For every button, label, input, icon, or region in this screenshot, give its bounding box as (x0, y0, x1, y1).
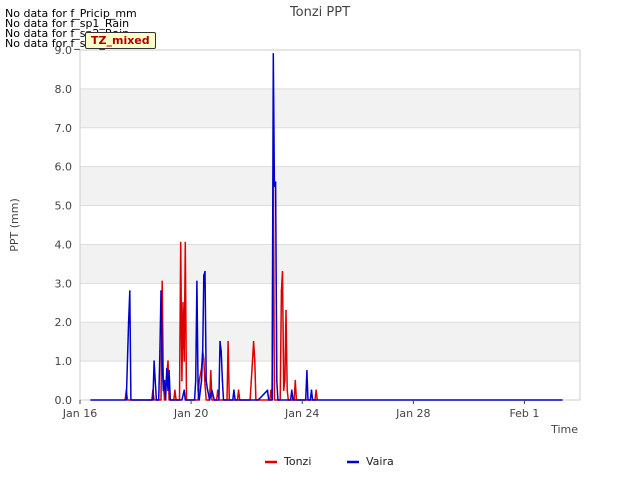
data-point-vaira (127, 321, 130, 324)
data-point-vaira (159, 350, 161, 353)
data-point-vaira (272, 53, 275, 55)
data-point-tonzi (184, 241, 187, 244)
y-axis-ticks: 0.01.02.03.04.05.06.07.08.09.0 (55, 44, 73, 407)
x-tick-label: Jan 28 (395, 407, 430, 420)
data-point-tonzi (174, 389, 176, 392)
y-tick-label: 8.0 (55, 83, 73, 96)
data-point-vaira (211, 389, 213, 392)
data-point-tonzi (251, 360, 254, 362)
data-point-vaira (162, 389, 165, 392)
data-point-vaira (204, 270, 206, 273)
data-point-tonzi (182, 302, 184, 304)
y-tick-label: 3.0 (55, 277, 73, 290)
data-point-vaira (194, 379, 197, 382)
site-tag-label: TZ_mixed (85, 32, 156, 49)
data-point-vaira (266, 389, 269, 392)
data-point-tonzi (179, 241, 182, 244)
data-point-vaira (160, 290, 162, 292)
data-point-tonzi (183, 360, 185, 362)
y-axis-label: PPT (mm) (8, 198, 21, 252)
legend-item-tonzi: Tonzi (265, 455, 311, 468)
data-point-vaira (161, 360, 163, 362)
background-band (80, 244, 580, 284)
data-point-vaira (154, 379, 156, 382)
data-point-vaira (168, 370, 170, 372)
data-point-vaira (221, 379, 224, 382)
data-point-vaira (274, 181, 277, 183)
data-point-vaira (205, 379, 207, 382)
data-point-tonzi (161, 280, 163, 283)
data-point-vaira (153, 360, 155, 362)
y-tick-label: 0.0 (55, 394, 73, 407)
data-point-vaira (196, 280, 198, 283)
data-point-vaira (129, 290, 131, 292)
background-bands (80, 88, 580, 362)
chart-title: Tonzi PPT (289, 5, 350, 20)
x-tick-label: Jan 24 (284, 407, 319, 420)
data-point-vaira (167, 389, 169, 392)
x-tick-label: Feb 1 (509, 407, 539, 420)
data-point-tonzi (284, 379, 286, 382)
background-band (80, 322, 580, 362)
data-point-vaira (163, 379, 166, 382)
x-axis-ticks: Jan 16 Jan 20 Jan 24 Jan 28 Feb 1 (62, 400, 539, 420)
data-point-tonzi (254, 360, 256, 362)
x-tick-label: Jan 20 (173, 407, 208, 420)
background-band (80, 166, 580, 206)
data-point-vaira (201, 350, 204, 353)
data-point-vaira (291, 389, 293, 392)
data-point-vaira (306, 370, 308, 372)
data-point-vaira (233, 389, 235, 392)
y-tick-label: 1.0 (55, 355, 73, 368)
data-point-vaira (203, 274, 205, 277)
data-point-tonzi (227, 340, 229, 343)
background-band (80, 88, 580, 128)
data-point-tonzi (167, 360, 169, 362)
legend-label: Tonzi (283, 455, 311, 468)
data-point-tonzi (286, 389, 289, 392)
data-point-vaira (166, 368, 168, 370)
data-point-vaira (276, 379, 278, 382)
data-point-vaira (200, 379, 203, 382)
y-tick-label: 4.0 (55, 238, 73, 251)
legend: Tonzi Vaira (265, 455, 394, 468)
data-point-tonzi (181, 379, 183, 382)
data-point-vaira (220, 350, 222, 353)
data-point-tonzi (294, 379, 297, 382)
y-tick-label: 7.0 (55, 122, 73, 135)
data-point-tonzi (252, 340, 255, 343)
legend-item-vaira: Vaira (347, 455, 394, 468)
data-point-tonzi (204, 383, 206, 386)
x-axis-label: Time (550, 423, 578, 436)
data-point-tonzi (281, 270, 284, 273)
x-tick-label: Jan 16 (62, 407, 97, 420)
data-point-tonzi (237, 389, 240, 392)
data-point-vaira (197, 389, 199, 392)
y-tick-label: 6.0 (55, 161, 73, 174)
data-point-tonzi (216, 389, 219, 392)
data-point-vaira (310, 389, 313, 392)
ppt-chart: 0.01.02.03.04.05.06.07.08.09.0 Jan 16 Jan… (8, 5, 581, 468)
data-point-tonzi (203, 358, 205, 361)
data-point-vaira (273, 185, 276, 187)
data-point-vaira (206, 387, 209, 390)
data-point-tonzi (280, 290, 283, 292)
y-tick-label: 2.0 (55, 316, 73, 329)
data-point-tonzi (282, 389, 285, 392)
data-point-tonzi (210, 370, 212, 372)
data-point-vaira (219, 340, 221, 343)
legend-label: Vaira (366, 455, 394, 468)
data-point-tonzi (285, 309, 287, 312)
y-tick-label: 5.0 (55, 200, 73, 213)
data-point-tonzi (315, 389, 317, 392)
data-point-vaira (183, 389, 185, 392)
